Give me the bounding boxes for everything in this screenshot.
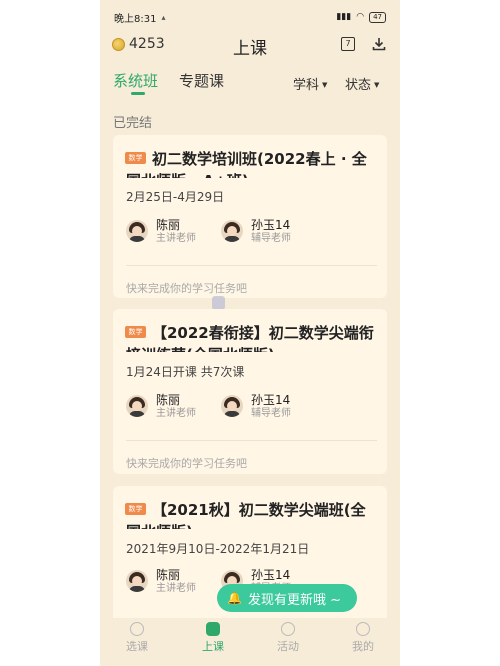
teacher-role: 辅导老师 — [251, 233, 291, 244]
lead-teacher: 陈丽 主讲老师 — [126, 218, 196, 246]
assistant-teacher: 孙玉14 辅导老师 — [221, 393, 291, 421]
signal-icon: ▮▮▮ — [336, 12, 352, 22]
wifi-icon: ◠ — [356, 12, 365, 22]
nav-activity[interactable]: 活动 — [263, 622, 313, 654]
tab-system-class[interactable]: 系统班 — [113, 70, 159, 95]
filter-label: 学科 — [293, 78, 320, 93]
bell-icon: 🔔 — [227, 591, 242, 605]
bottom-nav: 选课 上课 活动 我的 — [100, 618, 400, 666]
nav-label: 选课 — [126, 640, 148, 653]
teacher-name: 孙玉14 — [251, 393, 291, 407]
status-bar: 晚上8:31 ▴ ▮▮▮ ◠ 47 — [100, 0, 400, 34]
class-icon — [206, 622, 220, 636]
course-tabs: 系统班 专题课 学科 ▼ 状态 ▼ — [100, 70, 400, 98]
avatar — [221, 220, 243, 242]
teacher-role: 主讲老师 — [156, 408, 196, 419]
tab-active-indicator — [131, 92, 145, 95]
avatar — [126, 570, 148, 592]
course-title: 【2021秋】初二数学尖端班(全国北师版) — [126, 501, 366, 529]
nav-class[interactable]: 上课 — [188, 622, 238, 654]
course-date: 2021年9月10日-2022年1月21日 — [126, 542, 310, 556]
assistant-teacher: 孙玉14 辅导老师 — [221, 218, 291, 246]
calendar-icon[interactable]: 7 — [341, 37, 355, 51]
activity-icon — [281, 622, 295, 636]
compass-icon — [130, 622, 144, 636]
tab-topic-course[interactable]: 专题课 — [179, 70, 224, 91]
course-card[interactable]: 数学 【2022春衔接】初二数学尖端衔接训练营(全国北师版) 1月24日开课 共… — [113, 309, 387, 474]
divider — [126, 265, 377, 266]
nav-label: 上课 — [202, 640, 224, 653]
nav-label: 我的 — [352, 640, 374, 653]
subject-filter[interactable]: 学科 ▼ — [293, 74, 327, 93]
teacher-role: 辅导老师 — [251, 408, 291, 419]
download-icon[interactable] — [371, 36, 387, 52]
nav-select-course[interactable]: 选课 — [112, 622, 162, 654]
status-filter[interactable]: 状态 ▼ — [345, 74, 379, 93]
nav-label: 活动 — [277, 640, 299, 653]
course-date: 1月24日开课 共7次课 — [126, 365, 245, 379]
tab-label: 系统班 — [113, 72, 159, 90]
battery-icon: 47 — [369, 11, 386, 23]
teacher-name: 陈丽 — [156, 218, 181, 232]
course-card[interactable]: 数学 初二数学培训班(2022春上 · 全国北师版 - A+班) 2月25日-4… — [113, 135, 387, 298]
teacher-role: 主讲老师 — [156, 583, 196, 594]
teacher-name: 孙玉14 — [251, 218, 291, 232]
toast-text: 发现有更新哦 ~ — [247, 592, 341, 608]
teacher-name: 陈丽 — [156, 568, 181, 582]
notification-icon: ▴ — [161, 12, 166, 22]
course-date: 2月25日-4月29日 — [126, 190, 225, 204]
nav-mine[interactable]: 我的 — [338, 622, 388, 654]
course-title: 【2022春衔接】初二数学尖端衔接训练营(全国北师版) — [126, 324, 374, 352]
caret-down-icon: ▼ — [322, 81, 328, 89]
caret-down-icon: ▼ — [374, 81, 380, 89]
lead-teacher: 陈丽 主讲老师 — [126, 393, 196, 421]
tab-label: 专题课 — [179, 72, 225, 90]
section-completed-label: 已完结 — [113, 116, 153, 131]
filter-label: 状态 — [345, 78, 372, 93]
app-header: 4253 上课 7 — [100, 34, 400, 59]
teacher-role: 主讲老师 — [156, 233, 196, 244]
status-time: 晚上8:31 — [114, 13, 157, 25]
status-right: ▮▮▮ ◠ 47 — [336, 11, 386, 23]
smile-icon — [356, 622, 370, 636]
task-tip: 快来完成你的学习任务吧 — [126, 282, 247, 295]
divider — [126, 440, 377, 441]
task-tip: 快来完成你的学习任务吧 — [126, 457, 247, 470]
avatar — [221, 395, 243, 417]
page-title: 上课 — [233, 39, 267, 59]
avatar — [126, 395, 148, 417]
teacher-name: 陈丽 — [156, 393, 181, 407]
teacher-name: 孙玉14 — [251, 568, 291, 582]
update-toast[interactable]: 🔔 发现有更新哦 ~ — [217, 584, 357, 612]
avatar — [126, 220, 148, 242]
lead-teacher: 陈丽 主讲老师 — [126, 568, 196, 596]
course-title: 初二数学培训班(2022春上 · 全国北师版 - A+班) — [126, 150, 367, 178]
phone-screen: 晚上8:31 ▴ ▮▮▮ ◠ 47 4253 上课 7 系统班 专题课 学科 ▼ … — [100, 0, 400, 666]
floating-handle[interactable] — [212, 296, 225, 310]
